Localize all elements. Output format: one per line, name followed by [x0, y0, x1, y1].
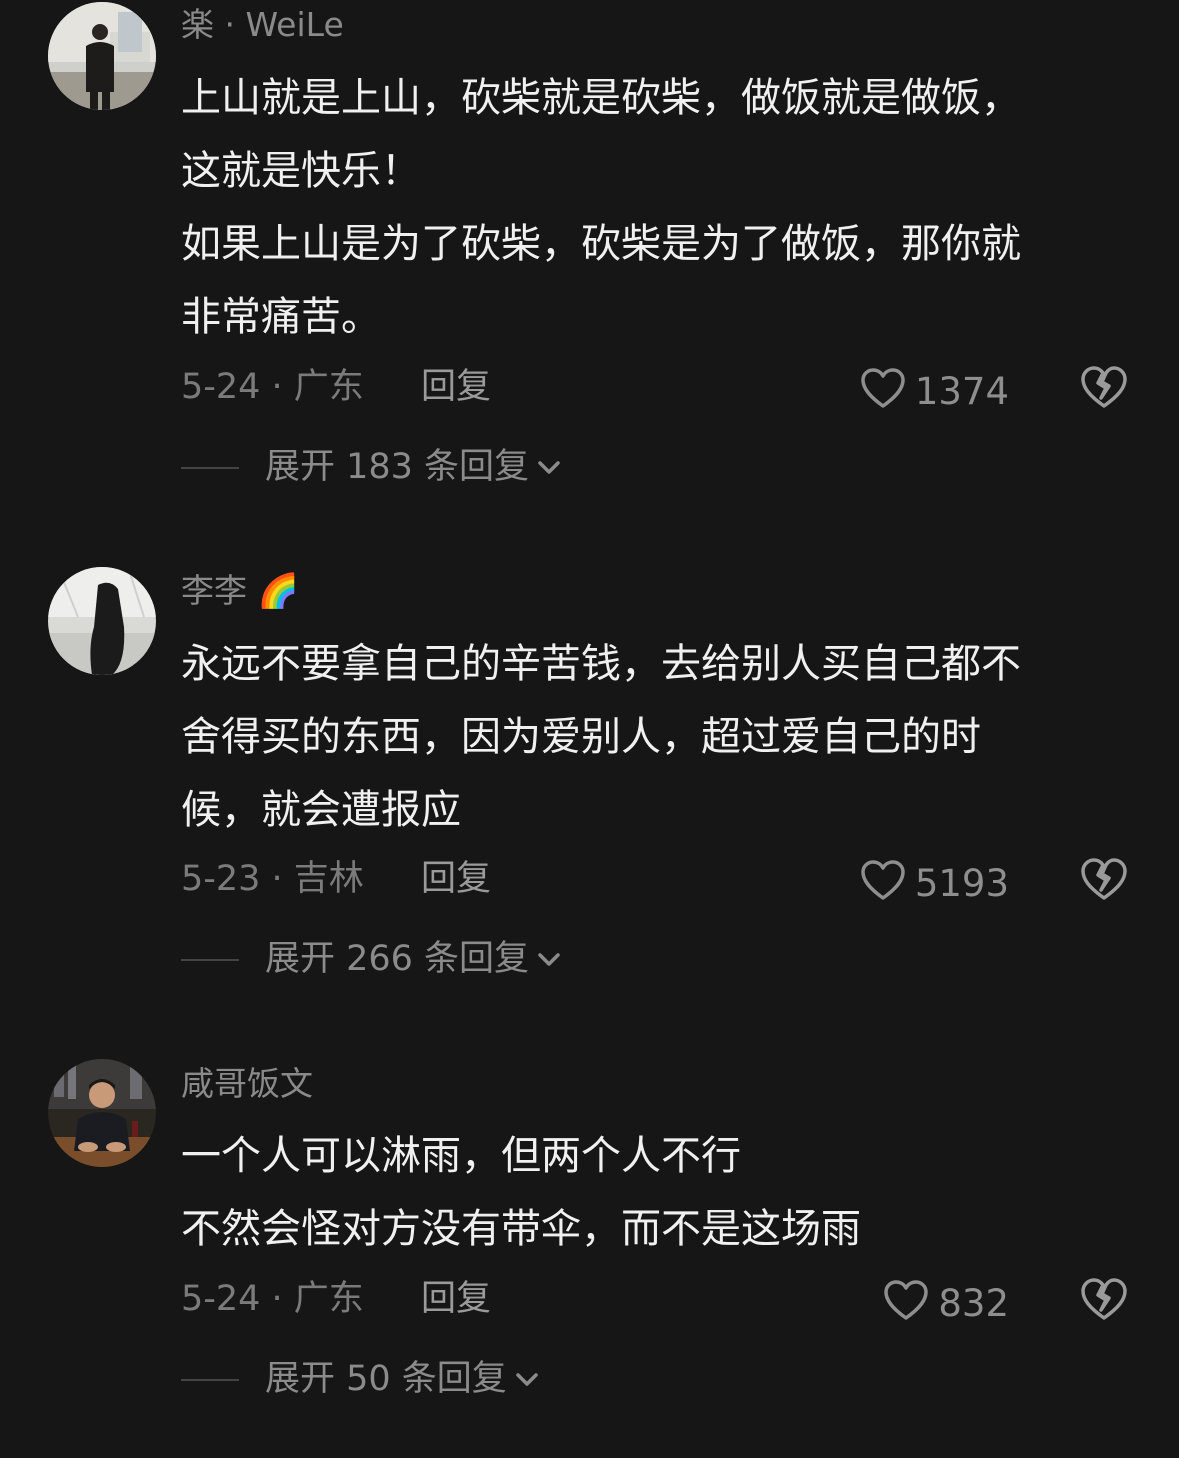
expand-replies-label: 展开 266 条回复 [265, 939, 530, 979]
date-location: 5-23 · 吉林 [181, 859, 364, 899]
expand-replies-button[interactable]: 展开 50 条回复 [181, 1362, 541, 1397]
comment-text: 上山就是上山，砍柴就是砍柴，做饭就是做饭， 这就是快乐！ 如果上山是为了砍柴，砍… [181, 62, 1131, 354]
heart-icon [859, 858, 907, 908]
dislike-button[interactable] [1079, 364, 1129, 410]
dislike-button[interactable] [1079, 856, 1129, 902]
comment-line: 如果上山是为了砍柴，砍柴是为了做饭，那你就 [181, 221, 1021, 267]
like-count: 5193 [914, 861, 1009, 905]
like-count: 1374 [914, 369, 1009, 413]
broken-heart-icon [1079, 1278, 1129, 1326]
comment-line: 上山就是上山，砍柴就是砍柴，做饭就是做饭， [181, 75, 1021, 121]
username[interactable]: 楽 · WeiLe [181, 8, 344, 41]
date-location: 5-24 · 广东 [181, 367, 364, 407]
expand-replies-button[interactable]: 展开 266 条回复 [181, 942, 563, 977]
username[interactable]: 李李 🌈 [181, 574, 299, 607]
like-count: 832 [938, 1281, 1009, 1325]
chevron-down-icon [538, 460, 560, 474]
comment-line: 这就是快乐！ [181, 148, 421, 194]
broken-heart-icon [1079, 366, 1129, 414]
comment-text: 一个人可以淋雨，但两个人不行 不然会怪对方没有带伞，而不是这场雨 [181, 1120, 1131, 1266]
username[interactable]: 咸哥饭文 [181, 1067, 313, 1100]
broken-heart-icon [1079, 858, 1129, 906]
expand-replies-label: 展开 50 条回复 [265, 1359, 507, 1399]
dislike-button[interactable] [1079, 1276, 1129, 1322]
reply-button[interactable]: 回复 [421, 862, 491, 897]
rainbow-icon: 🌈 [257, 571, 299, 610]
heart-icon [859, 366, 907, 416]
avatar[interactable] [48, 1059, 156, 1167]
divider [181, 1378, 239, 1381]
comment-line: 不然会怪对方没有带伞，而不是这场雨 [181, 1206, 861, 1252]
avatar[interactable] [48, 567, 156, 675]
like-button[interactable]: 1374 [859, 366, 1009, 416]
date-location: 5-24 · 广东 [181, 1279, 364, 1319]
like-button[interactable]: 832 [882, 1278, 1009, 1328]
comment-line: 舍得买的东西，因为爱别人，超过爱自己的时 [181, 714, 981, 760]
chevron-down-icon [516, 1372, 538, 1386]
divider [181, 466, 239, 469]
divider [181, 958, 239, 961]
comment-line: 候，就会遭报应 [181, 787, 461, 833]
reply-button[interactable]: 回复 [421, 1282, 491, 1317]
avatar[interactable] [48, 2, 156, 110]
expand-replies-label: 展开 183 条回复 [265, 447, 530, 487]
comment-line: 一个人可以淋雨，但两个人不行 [181, 1133, 741, 1179]
chevron-down-icon [538, 952, 560, 966]
expand-replies-button[interactable]: 展开 183 条回复 [181, 450, 563, 485]
heart-icon [882, 1278, 930, 1328]
reply-button[interactable]: 回复 [421, 370, 491, 405]
comment-text: 永远不要拿自己的辛苦钱，去给别人买自己都不 舍得买的东西，因为爱别人，超过爱自己… [181, 628, 1131, 847]
comment-line: 永远不要拿自己的辛苦钱，去给别人买自己都不 [181, 641, 1021, 687]
comment-line: 非常痛苦。 [181, 294, 381, 340]
like-button[interactable]: 5193 [859, 858, 1009, 908]
